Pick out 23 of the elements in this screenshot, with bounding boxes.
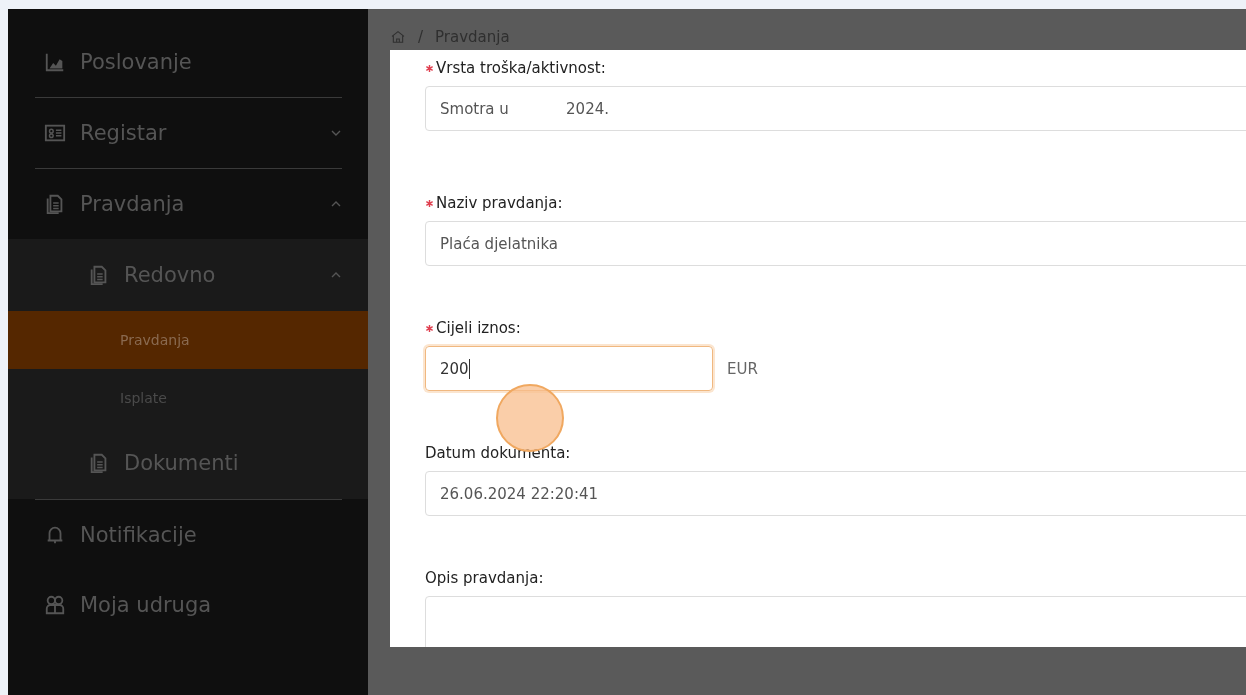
- field-label: Datum dokumenta:: [425, 444, 571, 462]
- chart-icon: [44, 51, 66, 73]
- field-label: Opis pravdanja:: [425, 569, 544, 587]
- sidebar-item[interactable]: Moja udruga: [8, 577, 368, 633]
- sidebar-item[interactable]: Redovno: [8, 239, 368, 311]
- field-label: Naziv pravdanja:: [436, 194, 563, 212]
- id-card-icon: [44, 122, 66, 144]
- amount-field[interactable]: 200: [425, 346, 713, 391]
- input-field[interactable]: 26.06.2024 22:20:41: [425, 471, 1246, 516]
- input-field[interactable]: Smotra u 2024.: [425, 86, 1246, 131]
- breadcrumb-separator: /: [418, 27, 424, 46]
- input-field[interactable]: Plaća djelatnika: [425, 221, 1246, 266]
- field-label: Vrsta troška/aktivnost:: [436, 59, 606, 77]
- group-icon: [44, 594, 66, 616]
- field-label: Cijeli iznos:: [436, 319, 521, 337]
- sidebar-item[interactable]: Registar: [8, 105, 368, 161]
- sidebar-item[interactable]: Pravdanja: [8, 311, 368, 369]
- home-icon: [390, 28, 406, 45]
- sidebar-item[interactable]: Pravdanja: [8, 176, 368, 232]
- sidebar-item[interactable]: Dokumenti: [8, 427, 368, 499]
- unit-label: EUR: [727, 359, 758, 378]
- sidebar-item[interactable]: Poslovanje: [8, 34, 368, 90]
- sidebar-item[interactable]: Notifikacije: [8, 507, 368, 563]
